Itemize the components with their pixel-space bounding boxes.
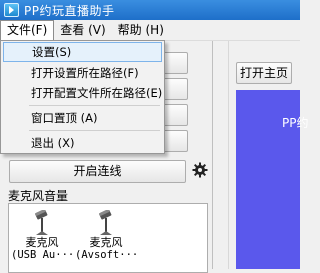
panel-divider-2 <box>228 41 229 269</box>
menu-item-always-on-top[interactable]: 窗口置顶 (A) <box>3 108 162 128</box>
app-play-icon <box>4 3 19 17</box>
promo-banner: PP约 <box>236 90 308 269</box>
open-homepage-button[interactable]: 打开主页 <box>236 62 292 84</box>
mic-list: 麦克风 (USB Au··· 麦克风 (Avsoft··· <box>8 203 208 273</box>
title-bar: PP约玩直播助手 <box>0 0 300 20</box>
microphone-icon <box>99 210 112 235</box>
menu-help[interactable]: 帮助 (H) <box>112 20 170 40</box>
mic-name: 麦克风 <box>89 236 123 249</box>
menu-separator <box>29 105 160 106</box>
mic-device: (USB Au··· <box>11 249 75 261</box>
menu-item-exit[interactable]: 退出 (X) <box>3 133 162 153</box>
menu-bar: 文件(F) 查看 (V) 帮助 (H) <box>0 20 300 41</box>
file-menu-dropdown: 设置(S) 打开设置所在路径(F) 打开配置文件所在路径(E) 窗口置顶 (A)… <box>0 40 165 154</box>
mic-item[interactable]: 麦克风 (USB Au··· <box>11 210 75 262</box>
gear-icon[interactable] <box>192 162 208 178</box>
menu-view[interactable]: 查看 (V) <box>54 20 111 40</box>
mic-volume-label: 麦克风音量 <box>8 189 69 203</box>
window-title: PP约玩直播助手 <box>24 3 115 18</box>
microphone-icon <box>35 210 48 235</box>
mic-item[interactable]: 麦克风 (Avsoft··· <box>75 210 139 262</box>
menu-file[interactable]: 文件(F) <box>0 20 55 40</box>
start-connection-button[interactable]: 开启连线 <box>9 160 186 183</box>
mic-name: 麦克风 <box>25 236 59 249</box>
menu-item-open-settings-path[interactable]: 打开设置所在路径(F) <box>3 63 162 83</box>
menu-separator <box>29 130 160 131</box>
mic-device: (Avsoft··· <box>75 249 139 261</box>
banner-text: PP约 <box>282 116 309 130</box>
menu-item-settings[interactable]: 设置(S) <box>3 42 162 62</box>
menu-item-open-config-path[interactable]: 打开配置文件所在路径(E) <box>3 83 162 103</box>
panel-divider <box>212 41 213 269</box>
